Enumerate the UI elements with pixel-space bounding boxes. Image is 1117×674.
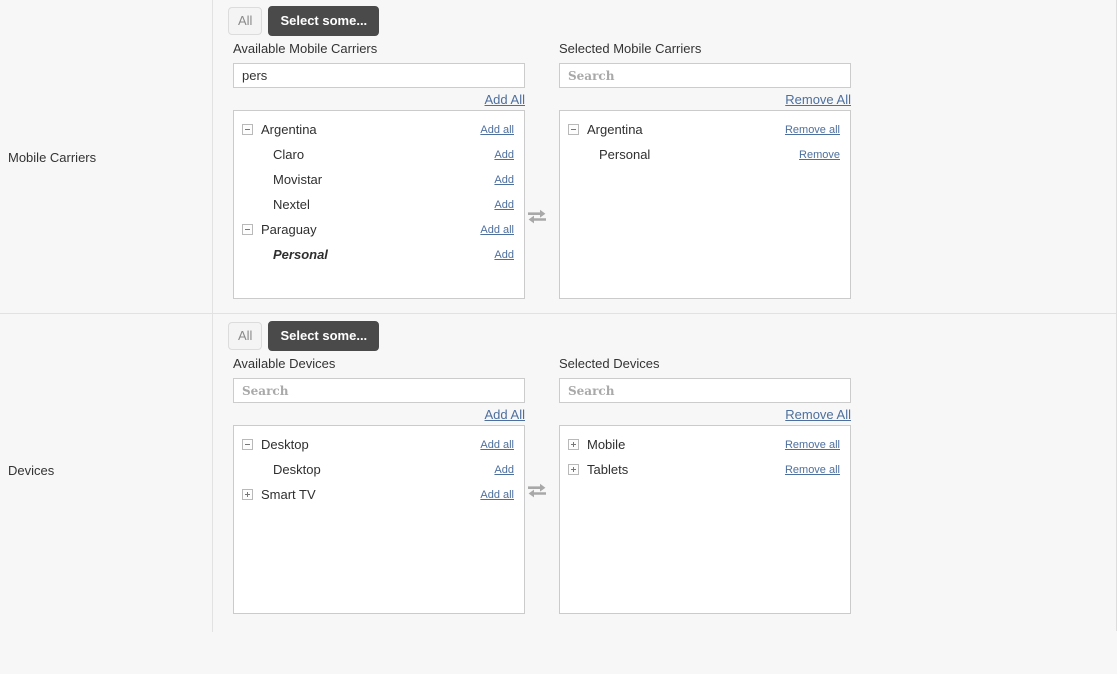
tree-row-group[interactable]: Mobile Remove all <box>560 432 850 457</box>
toggle-group-devices: All Select some... <box>228 321 379 351</box>
selected-search-input-devices[interactable] <box>559 378 851 403</box>
collapse-minus-icon[interactable] <box>242 224 253 235</box>
available-panel-mobile-carriers: Available Mobile Carriers Add All Argent… <box>233 41 525 299</box>
panels-mobile-carriers: Available Mobile Carriers Add All Argent… <box>213 41 1116 354</box>
section-label-text: Mobile Carriers <box>8 150 96 165</box>
toggle-select-some-button-devices[interactable]: Select some... <box>268 321 379 351</box>
tree-item-label: Smart TV <box>261 487 480 502</box>
section-body-devices: All Select some... Available Devices Add… <box>213 314 1116 632</box>
targeting-selector-page: Mobile Carriers All Select some... Avail… <box>0 0 1117 631</box>
selected-panel-mobile-carriers: Selected Mobile Carriers Remove All Arge… <box>559 41 851 299</box>
expand-plus-icon[interactable] <box>568 439 579 450</box>
remove-all-link-mobile-carriers[interactable]: Remove All <box>785 92 851 107</box>
selected-tree-mobile-carriers[interactable]: Argentina Remove all Personal Remove <box>559 110 851 299</box>
remove-all-group-link[interactable]: Remove all <box>785 464 840 476</box>
tree-row-group[interactable]: Paraguay Add all <box>234 217 524 242</box>
tree-row-item[interactable]: Movistar Add <box>234 167 524 192</box>
available-bulk-link-row: Add All <box>233 88 525 107</box>
toggle-all-button-mobile-carriers[interactable]: All <box>228 7 262 35</box>
available-panel-devices: Available Devices Add All Desktop Add al… <box>233 356 525 614</box>
tree-item-label-match: Personal <box>242 247 494 262</box>
add-all-group-link[interactable]: Add all <box>480 439 514 451</box>
tree-row-item[interactable]: Personal Remove <box>560 142 850 167</box>
tree-row-group[interactable]: Argentina Remove all <box>560 117 850 142</box>
tree-item-label: Argentina <box>587 122 785 137</box>
remove-all-link-devices[interactable]: Remove All <box>785 407 851 422</box>
toggle-select-some-button-mobile-carriers[interactable]: Select some... <box>268 6 379 36</box>
selected-search-input-mobile-carriers[interactable] <box>559 63 851 88</box>
tree-item-label: Nextel <box>242 197 494 212</box>
tree-item-label: Desktop <box>242 462 494 477</box>
tree-row-group[interactable]: Argentina Add all <box>234 117 524 142</box>
selected-panel-devices: Selected Devices Remove All Mobile Remov… <box>559 356 851 614</box>
tree-item-label: Movistar <box>242 172 494 187</box>
section-label-mobile-carriers: Mobile Carriers <box>0 0 213 313</box>
tree-row-item[interactable]: Nextel Add <box>234 192 524 217</box>
tree-item-label: Mobile <box>587 437 785 452</box>
tree-item-label: Argentina <box>261 122 480 137</box>
tree-item-label: Claro <box>242 147 494 162</box>
add-item-link[interactable]: Add <box>494 149 514 161</box>
collapse-minus-icon[interactable] <box>242 439 253 450</box>
selected-tree-devices[interactable]: Mobile Remove all Tablets Remove all <box>559 425 851 614</box>
section-devices: Devices All Select some... Available Dev… <box>0 313 1116 632</box>
add-item-link[interactable]: Add <box>494 174 514 186</box>
available-search-input-devices[interactable] <box>233 378 525 403</box>
available-tree-devices[interactable]: Desktop Add all Desktop Add Smart TV Add… <box>233 425 525 614</box>
available-tree-mobile-carriers[interactable]: Argentina Add all Claro Add Movistar Add <box>233 110 525 299</box>
available-panel-title: Available Devices <box>233 356 525 372</box>
expand-plus-icon[interactable] <box>568 464 579 475</box>
toggle-group-mobile-carriers: All Select some... <box>228 6 379 36</box>
section-mobile-carriers: Mobile Carriers All Select some... Avail… <box>0 0 1116 313</box>
remove-item-link[interactable]: Remove <box>799 149 840 161</box>
add-item-link[interactable]: Add <box>494 464 514 476</box>
tree-row-item[interactable]: Personal Add <box>234 242 524 267</box>
tree-item-label: Personal <box>568 147 799 162</box>
collapse-minus-icon[interactable] <box>242 124 253 135</box>
add-all-group-link[interactable]: Add all <box>480 489 514 501</box>
add-all-link-devices[interactable]: Add All <box>485 407 525 422</box>
section-body-mobile-carriers: All Select some... Available Mobile Carr… <box>213 0 1116 313</box>
tree-row-item[interactable]: Claro Add <box>234 142 524 167</box>
selected-panel-title: Selected Devices <box>559 356 851 372</box>
toggle-all-button-devices[interactable]: All <box>228 322 262 350</box>
panels-devices: Available Devices Add All Desktop Add al… <box>213 356 1116 674</box>
collapse-minus-icon[interactable] <box>568 124 579 135</box>
tree-item-label: Tablets <box>587 462 785 477</box>
selected-bulk-link-row: Remove All <box>559 88 851 107</box>
tree-row-group[interactable]: Desktop Add all <box>234 432 524 457</box>
expand-plus-icon[interactable] <box>242 489 253 500</box>
tree-row-group[interactable]: Smart TV Add all <box>234 482 524 507</box>
tree-item-label: Paraguay <box>261 222 480 237</box>
remove-all-group-link[interactable]: Remove all <box>785 124 840 136</box>
exchange-arrows-icon <box>526 479 548 501</box>
add-all-group-link[interactable]: Add all <box>480 124 514 136</box>
selected-bulk-link-row: Remove All <box>559 403 851 422</box>
add-item-link[interactable]: Add <box>494 249 514 261</box>
tree-row-group[interactable]: Tablets Remove all <box>560 457 850 482</box>
add-item-link[interactable]: Add <box>494 199 514 211</box>
add-all-group-link[interactable]: Add all <box>480 224 514 236</box>
available-panel-title: Available Mobile Carriers <box>233 41 525 57</box>
section-label-text: Devices <box>8 463 54 478</box>
tree-item-label: Desktop <box>261 437 480 452</box>
exchange-arrows-icon <box>526 205 548 227</box>
section-label-devices: Devices <box>0 314 213 632</box>
tree-row-item[interactable]: Desktop Add <box>234 457 524 482</box>
selected-panel-title: Selected Mobile Carriers <box>559 41 851 57</box>
available-search-input-mobile-carriers[interactable] <box>233 63 525 88</box>
available-bulk-link-row: Add All <box>233 403 525 422</box>
add-all-link-mobile-carriers[interactable]: Add All <box>485 92 525 107</box>
remove-all-group-link[interactable]: Remove all <box>785 439 840 451</box>
